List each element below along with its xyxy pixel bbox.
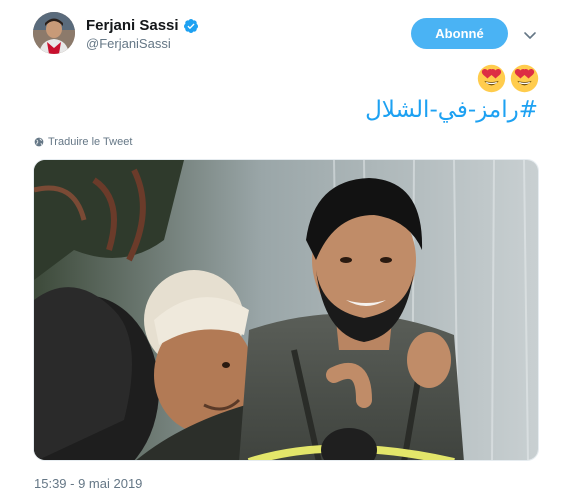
heart-eyes-emoji-icon xyxy=(477,64,506,93)
verified-badge-icon xyxy=(183,18,198,33)
tweet-timestamp[interactable]: 15:39 - 9 mai 2019 xyxy=(34,476,142,491)
hashtag-prefix[interactable]: # xyxy=(519,97,538,123)
translate-tweet-link[interactable]: Traduire le Tweet xyxy=(34,136,132,148)
follow-button[interactable]: Abonné xyxy=(411,18,508,49)
tweet-card: Ferjani Sassi @FerjaniSassi Abonné #رامز… xyxy=(0,0,571,499)
tweet-photo[interactable] xyxy=(33,159,539,461)
tweet-text: #رامز-في-الشلال xyxy=(365,97,538,123)
author-name[interactable]: Ferjani Sassi xyxy=(86,17,199,34)
author-name-text[interactable]: Ferjani Sassi xyxy=(86,17,179,34)
translate-label[interactable]: Traduire le Tweet xyxy=(48,136,132,148)
avatar[interactable] xyxy=(33,12,75,54)
emoji-line xyxy=(477,64,539,93)
chevron-down-icon[interactable] xyxy=(522,27,538,43)
heart-eyes-emoji-icon xyxy=(510,64,539,93)
hashtag-text[interactable]: رامز-في-الشلال xyxy=(365,97,519,123)
globe-icon xyxy=(34,137,44,147)
hashtag-link[interactable]: #رامز-في-الشلال xyxy=(365,97,538,123)
author-handle[interactable]: @FerjaniSassi xyxy=(86,36,171,51)
